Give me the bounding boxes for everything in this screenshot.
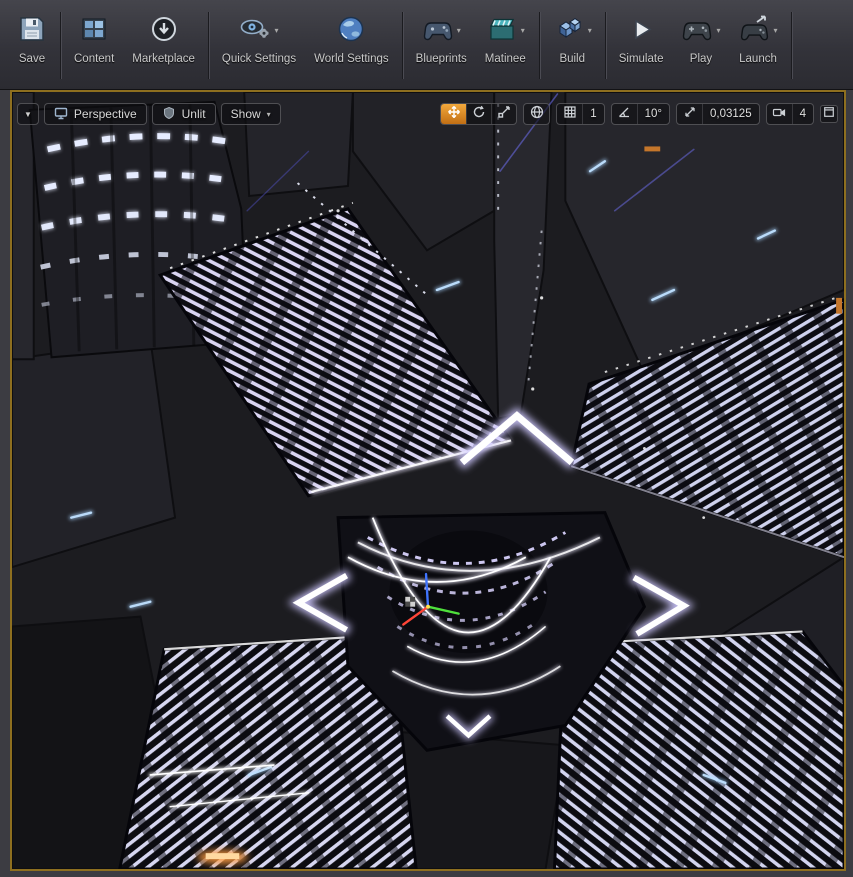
gizmo-checker	[405, 596, 416, 607]
marketplace-download-icon	[149, 14, 179, 49]
toolbar-button-content[interactable]: Content	[65, 4, 123, 87]
camera-speed-value[interactable]: 4	[791, 104, 813, 124]
scale-snap-icon	[683, 105, 697, 124]
toolbar-label: Launch	[739, 53, 777, 65]
play-gamepad-icon	[681, 14, 713, 49]
toolbar-label: Quick Settings	[221, 53, 297, 65]
move-tool-button[interactable]	[441, 104, 467, 124]
scale-icon	[497, 105, 511, 124]
main-toolbar: Save Content Marketplace ▾ Quick Setting…	[0, 0, 853, 90]
build-cubes-icon	[553, 14, 585, 49]
matinee-clapperboard-icon	[486, 14, 518, 49]
toolbar-separator	[60, 12, 61, 79]
eye-gear-icon	[239, 14, 271, 49]
grid-icon	[563, 105, 577, 124]
toolbar-label: Simulate	[618, 53, 664, 65]
toolbar-separator	[401, 12, 403, 79]
maximize-viewport-button[interactable]	[820, 105, 838, 123]
camera-speed-group: 4	[765, 103, 814, 125]
toolbar-button-play[interactable]: ▾ Play	[672, 4, 729, 87]
grid-snap-toggle[interactable]	[557, 104, 582, 124]
toolbar-button-simulate[interactable]: Simulate	[610, 4, 673, 87]
toolbar-label: Blueprints	[415, 53, 467, 65]
view-mode-button[interactable]: Unlit	[151, 103, 216, 125]
viewport-options-button[interactable]: ▼	[17, 103, 39, 125]
toolbar-label: World Settings	[314, 53, 389, 65]
view-mode-label: Unlit	[181, 107, 206, 121]
maximize-icon	[823, 105, 835, 123]
toolbar-button-launch[interactable]: ▾ Launch	[730, 4, 787, 87]
transform-tools-group	[440, 103, 518, 125]
toolbar-label: Marketplace	[132, 53, 195, 65]
dropdown-caret-icon[interactable]: ▾	[588, 27, 592, 35]
scale-snap-group: 0,03125	[676, 103, 760, 125]
rotate-tool-button[interactable]	[466, 104, 491, 124]
toolbar-label: Matinee	[484, 53, 526, 65]
viewport-options-caret-icon: ▼	[24, 109, 32, 119]
toolbar-separator	[538, 12, 540, 79]
level-viewport: ▼ Perspective Unlit Show ▾ 1 10° 0,03125…	[10, 90, 846, 871]
dropdown-caret-icon[interactable]: ▾	[716, 27, 720, 35]
toolbar-separator	[790, 12, 792, 79]
viewport-toolbar-right: 1 10° 0,03125 4	[440, 103, 838, 125]
move-icon	[447, 105, 461, 124]
viewport-toolbar-left: ▼ Perspective Unlit Show ▾	[17, 103, 281, 125]
perspective-icon	[54, 106, 68, 123]
toolbar-button-build[interactable]: ▾ Build	[544, 4, 601, 87]
toolbar-button-save[interactable]: Save	[8, 4, 56, 87]
dropdown-caret-icon[interactable]: ▾	[274, 27, 278, 35]
dropdown-caret-icon[interactable]: ▾	[774, 27, 778, 35]
toolbar-button-blueprints[interactable]: ▾ Blueprints	[407, 4, 476, 87]
toolbar-label: Play	[689, 53, 713, 65]
show-button[interactable]: Show ▾	[220, 103, 281, 125]
viewport-scene[interactable]	[12, 92, 844, 869]
toolbar-label: Build	[559, 53, 586, 65]
angle-snap-icon	[617, 105, 631, 124]
scale-tool-button[interactable]	[491, 104, 516, 124]
save-icon	[17, 14, 47, 49]
scale-snap-value[interactable]: 0,03125	[702, 104, 759, 124]
coordinate-system-group	[523, 103, 551, 125]
perspective-button[interactable]: Perspective	[43, 103, 147, 125]
show-label: Show	[230, 107, 261, 121]
camera-speed-button[interactable]	[767, 104, 792, 124]
toolbar-separator	[207, 12, 209, 79]
rotation-snap-value[interactable]: 10°	[636, 104, 669, 124]
launch-device-icon	[739, 14, 771, 49]
rotation-snap-toggle[interactable]	[612, 104, 637, 124]
dropdown-caret-icon[interactable]: ▾	[457, 27, 461, 35]
grid-snap-group: 1	[556, 103, 605, 125]
camera-icon	[772, 105, 786, 124]
toolbar-button-matinee[interactable]: ▾ Matinee	[476, 4, 535, 87]
perspective-label: Perspective	[73, 107, 137, 121]
globe-icon	[336, 14, 366, 49]
content-browser-icon	[79, 14, 109, 49]
simulate-play-outline-icon	[626, 14, 656, 49]
toolbar-label: Content	[74, 53, 115, 65]
world-coordinate-button[interactable]	[524, 104, 549, 124]
show-caret-icon: ▾	[266, 109, 271, 119]
blueprints-icon	[422, 14, 454, 49]
world-globe-icon	[530, 105, 544, 124]
toolbar-button-marketplace[interactable]: Marketplace	[123, 4, 204, 87]
rotation-snap-group: 10°	[610, 103, 671, 125]
rotate-icon	[472, 105, 486, 124]
toolbar-button-quick-settings[interactable]: ▾ Quick Settings	[213, 4, 305, 87]
shield-icon	[162, 106, 176, 123]
dropdown-caret-icon[interactable]: ▾	[521, 27, 525, 35]
scale-snap-toggle[interactable]	[677, 104, 702, 124]
toolbar-label: Save	[18, 53, 46, 65]
toolbar-button-world-settings[interactable]: World Settings	[305, 4, 398, 87]
grid-snap-value[interactable]: 1	[582, 104, 603, 124]
toolbar-separator	[604, 12, 606, 79]
